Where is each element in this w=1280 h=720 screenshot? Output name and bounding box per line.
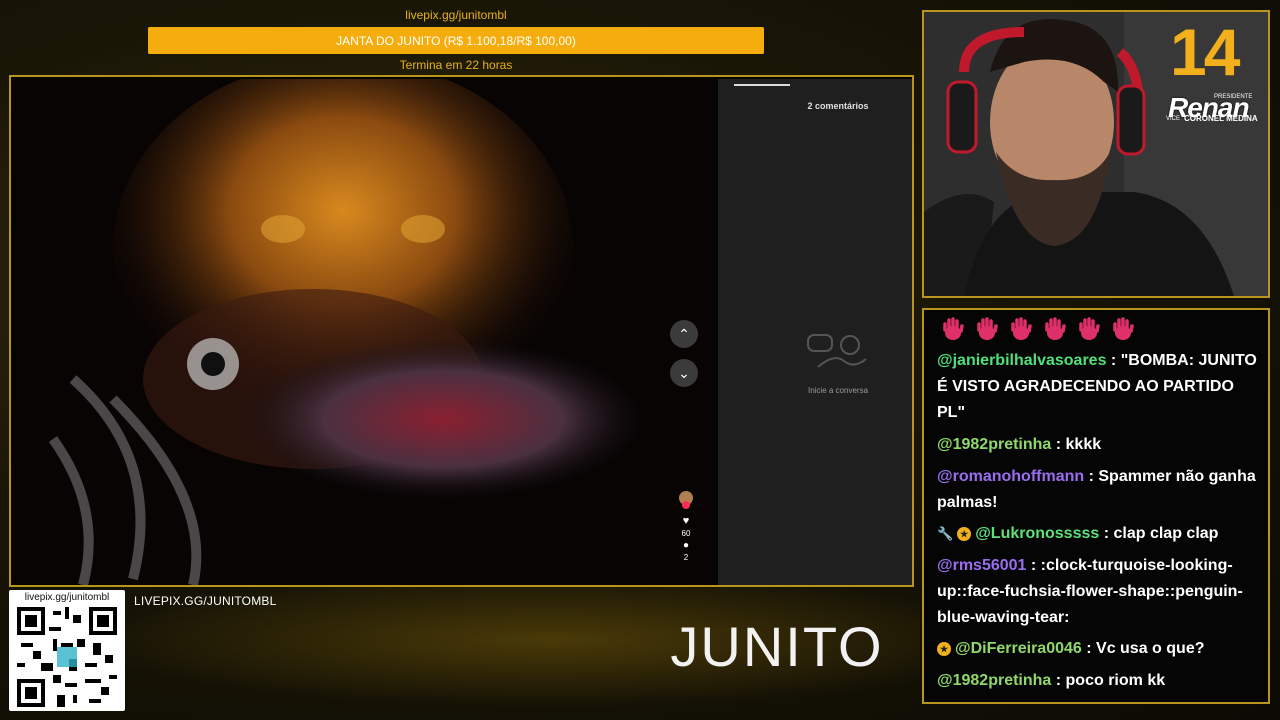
goal-url: livepix.gg/junitombl — [405, 8, 507, 22]
hand-emote-icon — [1079, 317, 1100, 340]
svg-text:JUNITO: JUNITO — [670, 618, 883, 678]
chat-message: 🔧 ★ @Lukronosssss : clap clap clap — [937, 521, 1257, 547]
chat-message: @janierbilhalvasoares : "BOMBA: JUNITO É… — [937, 352, 1257, 421]
chat-message: ★ @DiFerreira0046 : Vc usa o que? — [937, 636, 1257, 662]
like-count: 60 — [681, 529, 691, 538]
stream-chat: @janierbilhalvasoares : "BOMBA: JUNITO É… — [922, 308, 1270, 704]
comments-panel: 2 comentários Inicie a conversa — [718, 79, 912, 585]
hand-emote-icon — [977, 317, 998, 340]
livepix-label: LIVEPIX.GG/JUNITOMBL — [134, 594, 277, 608]
star-badge-icon: ★ — [937, 641, 951, 656]
comments-tab-indicator — [734, 84, 790, 86]
tiktok-video[interactable]: ⌃ ⌄ ♥ 60 ● 2 — [13, 79, 711, 585]
creator-avatar[interactable] — [679, 491, 693, 509]
chat-message: @romanohoffmann : Spammer não ganha palm… — [937, 468, 1256, 511]
comment-bubble-icon[interactable]: ● — [683, 540, 689, 551]
chat-text: Vc usa o que? — [1096, 640, 1205, 657]
goal-title: JANTA DO JUNITO (R$ 1.100,18/R$ 100,00) — [336, 33, 576, 48]
chat-text: kkkk — [1065, 436, 1102, 453]
comment-count: 2 — [683, 553, 689, 562]
goal-progress-bar: JANTA DO JUNITO (R$ 1.100,18/R$ 100,00) — [148, 27, 764, 54]
chat-bubbles-icon — [807, 334, 867, 368]
junito-logo: JUNITO — [670, 618, 883, 678]
hand-emote-row — [940, 316, 1136, 342]
hand-emote-icon — [943, 317, 964, 340]
chat-message: @1982pretinha : poco riom kk — [937, 672, 1166, 689]
chat-username[interactable]: @1982pretinha — [937, 672, 1051, 689]
hand-emote-icon — [1045, 317, 1066, 340]
wrench-icon: 🔧 — [937, 526, 954, 541]
like-heart-icon[interactable]: ♥ — [683, 515, 690, 527]
chat-message: @1982pretinha : kkkk — [937, 436, 1102, 453]
chat-username[interactable]: @Lukronosssss — [975, 525, 1099, 542]
hand-emote-icon — [1113, 317, 1134, 340]
video-side-actions: ♥ 60 ● 2 — [675, 491, 697, 562]
follow-plus-icon[interactable] — [682, 501, 690, 509]
chat-message: @rms56001 : :clock-turquoise-looking-up:… — [937, 557, 1243, 626]
comments-header: 2 comentários — [807, 101, 869, 111]
jaguar-image — [13, 79, 711, 585]
chat-username[interactable]: @1982pretinha — [937, 436, 1051, 453]
next-video-button[interactable]: ⌄ — [670, 359, 698, 387]
qr-code-icon — [17, 607, 117, 707]
qr-url: livepix.gg/junitombl — [24, 592, 110, 603]
chat-text: poco riom kk — [1065, 672, 1166, 689]
campaign-number: 14 — [1170, 15, 1240, 89]
campaign-vice-label: VICE — [1166, 116, 1181, 122]
screen-capture-frame: ⌃ ⌄ ♥ 60 ● 2 2 comentários Inicie a conv… — [9, 75, 914, 587]
campaign-vice-name: CORONEL MEDINA — [1184, 114, 1258, 123]
chat-username[interactable]: @romanohoffmann — [937, 468, 1084, 485]
start-conversation-text: Inicie a conversa — [807, 386, 869, 395]
chat-username[interactable]: @DiFerreira0046 — [955, 640, 1082, 657]
chat-text: clap clap clap — [1113, 525, 1219, 543]
qr-card: livepix.gg/junitombl — [9, 590, 125, 711]
hand-emote-icon — [1011, 317, 1032, 340]
goal-time-remaining: Termina em 22 horas — [399, 58, 513, 72]
previous-video-button[interactable]: ⌃ — [670, 320, 698, 348]
chat-username[interactable]: @rms56001 — [937, 557, 1026, 574]
star-badge-icon: ★ — [957, 527, 972, 541]
webcam-frame: 14 PRESIDENTE Renan VICE CORONEL MEDINA — [922, 10, 1270, 298]
chat-username[interactable]: @janierbilhalvasoares — [937, 352, 1106, 369]
